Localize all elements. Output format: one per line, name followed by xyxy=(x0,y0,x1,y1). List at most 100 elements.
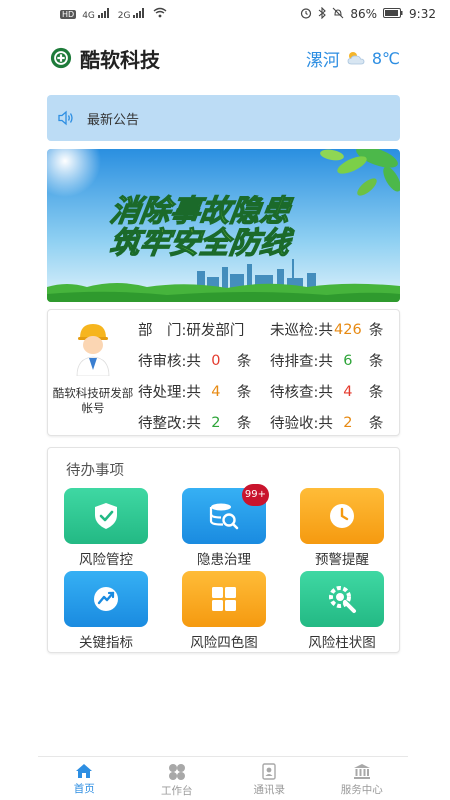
cloudy-sun-icon xyxy=(347,52,365,65)
stat-prefix: 共 xyxy=(318,385,333,401)
tile-label: 预警提醒 xyxy=(315,552,369,568)
stat-pending-rectify[interactable]: 待整改: 共 2 条 xyxy=(138,412,270,433)
tile-risk-four-color-map[interactable]: 风险四色图 xyxy=(181,571,267,651)
brand: 酷软科技 xyxy=(50,44,160,73)
city-name: 漯河 xyxy=(305,50,340,71)
network-2g-label: 2G xyxy=(117,10,131,21)
bluetooth-icon xyxy=(318,6,327,22)
stat-value: 0 xyxy=(211,352,221,369)
stat-prefix: 共 xyxy=(186,416,201,432)
stat-suffix: 条 xyxy=(368,416,384,432)
nav-contacts[interactable]: 通讯录 xyxy=(223,757,316,800)
announcement-bar[interactable]: 最新公告 xyxy=(47,95,400,141)
stat-prefix: 共 xyxy=(186,385,201,401)
tile-warning-reminder[interactable]: 预警提醒 xyxy=(299,488,385,568)
todo-title: 待办事项 xyxy=(66,463,124,479)
stat-value: 4 xyxy=(343,383,353,400)
stat-pending-review[interactable]: 待审核: 共 0 条 xyxy=(138,350,270,371)
app-screen: HD 4G 2G 86% 9:32 酷软科技 漯河 8℃ 最新公告 消除事故隐患… xyxy=(0,0,450,800)
temperature: 8℃ xyxy=(371,48,400,68)
stat-suffix: 条 xyxy=(368,354,384,370)
hd-indicator: HD xyxy=(60,9,77,19)
tile-risk-control[interactable]: 风险管控 xyxy=(63,488,149,568)
notification-badge: 99+ xyxy=(241,484,269,506)
battery-icon xyxy=(383,7,403,21)
app-header: 酷软科技 漯河 8℃ xyxy=(0,38,450,78)
stats-row-2: 待处理: 共 4 条 待核查: 共 4 条 xyxy=(138,376,398,407)
mute-icon xyxy=(332,7,344,22)
tile-icon-bg xyxy=(64,488,148,544)
department-account-name: 酷软科技研发部帐号 xyxy=(52,386,134,415)
bank-icon xyxy=(353,764,370,779)
tile-icon-bg xyxy=(182,571,266,627)
worker-avatar-icon xyxy=(76,324,110,376)
clock-icon xyxy=(330,504,354,528)
stats-row-3: 待整改: 共 2 条 待验收: 共 2 条 xyxy=(138,407,398,438)
network-4g-label: 4G xyxy=(82,10,95,21)
tile-icon-bg xyxy=(300,571,384,627)
app-title: 酷软科技 xyxy=(80,47,160,72)
home-icon xyxy=(76,764,93,778)
tile-label: 隐患治理 xyxy=(197,552,251,568)
shield-check-icon xyxy=(95,503,117,529)
trend-chart-icon xyxy=(94,587,118,611)
stat-patrol[interactable]: 未巡检: 共 426 条 xyxy=(270,319,383,340)
stats-row-0: 部 门: 研发部门 未巡检: 共 426 条 xyxy=(138,314,398,345)
nav-workbench[interactable]: 工作台 xyxy=(131,757,224,800)
stat-suffix: 条 xyxy=(368,385,384,401)
nav-label: 首页 xyxy=(73,783,95,795)
stat-label: 待审核: xyxy=(138,354,187,370)
signal-4g-icon: 4G xyxy=(82,7,112,21)
stat-label: 待验收: xyxy=(270,416,319,432)
department-value: 研发部门 xyxy=(186,323,245,339)
account-info: 酷软科技研发部帐号 xyxy=(50,320,136,416)
tile-icon-bg xyxy=(64,571,148,627)
stat-pending-handle[interactable]: 待处理: 共 4 条 xyxy=(138,381,270,402)
stat-value: 2 xyxy=(343,414,353,431)
stat-suffix: 条 xyxy=(236,354,252,370)
grid-four-icon xyxy=(212,587,236,611)
battery-percent: 86% xyxy=(350,7,378,21)
four-leaf-icon xyxy=(168,764,185,780)
stat-prefix: 共 xyxy=(318,323,333,339)
bottom-navigation: 首页 工作台 通讯录 服务中心 xyxy=(38,756,408,800)
safety-banner[interactable]: 消除事故隐患 筑牢安全防线 xyxy=(47,149,400,302)
contacts-icon xyxy=(262,763,276,780)
nav-service-center[interactable]: 服务中心 xyxy=(316,757,409,800)
stat-label: 待核查: xyxy=(270,385,319,401)
stat-prefix: 共 xyxy=(318,354,333,370)
tile-label: 风险管控 xyxy=(79,552,133,568)
stat-label: 待处理: xyxy=(138,385,187,401)
database-search-icon xyxy=(209,503,239,530)
tile-icon-bg xyxy=(300,488,384,544)
company-logo-icon xyxy=(50,47,72,69)
nav-label: 服务中心 xyxy=(340,784,383,796)
tile-hazard-management[interactable]: 99+ 隐患治理 xyxy=(181,484,269,568)
user-stats-card: 酷软科技研发部帐号 部 门: 研发部门 未巡检: 共 426 条 待审核: 共 xyxy=(47,309,400,436)
department-field: 部 门: 研发部门 xyxy=(138,319,270,340)
stat-pending-accept[interactable]: 待验收: 共 2 条 xyxy=(270,412,383,433)
stat-label: 待整改: xyxy=(138,416,187,432)
stat-prefix: 共 xyxy=(186,354,201,370)
status-bar: HD 4G 2G 86% 9:32 xyxy=(0,0,450,28)
nav-label: 通讯录 xyxy=(253,784,286,796)
weather-widget[interactable]: 漯河 8℃ xyxy=(306,46,400,71)
banner-line-2: 筑牢安全防线 xyxy=(107,226,296,261)
todo-section: 待办事项 风险管控 99+ 隐患治理 预警提醒 关键指标 风险四色图 风险柱状图 xyxy=(47,447,400,653)
nav-label: 工作台 xyxy=(161,785,193,797)
tile-label: 风险柱状图 xyxy=(308,635,376,651)
signal-2g-icon: 2G xyxy=(117,7,148,21)
speaker-icon xyxy=(58,110,73,126)
stat-value: 426 xyxy=(334,321,362,338)
clock-time: 9:32 xyxy=(409,7,436,21)
stat-pending-inspection[interactable]: 待排查: 共 6 条 xyxy=(270,350,383,371)
tile-key-indicators[interactable]: 关键指标 xyxy=(63,571,149,651)
stat-value: 6 xyxy=(343,352,353,369)
banner-image: 消除事故隐患 筑牢安全防线 xyxy=(47,149,400,302)
tile-risk-bar-chart[interactable]: 风险柱状图 xyxy=(299,571,385,651)
announcement-text: 最新公告 xyxy=(87,112,140,128)
banner-line-1: 消除事故隐患 xyxy=(108,194,295,229)
stat-pending-verify[interactable]: 待核查: 共 4 条 xyxy=(270,381,383,402)
stat-value: 4 xyxy=(211,383,221,400)
nav-home[interactable]: 首页 xyxy=(38,757,131,800)
